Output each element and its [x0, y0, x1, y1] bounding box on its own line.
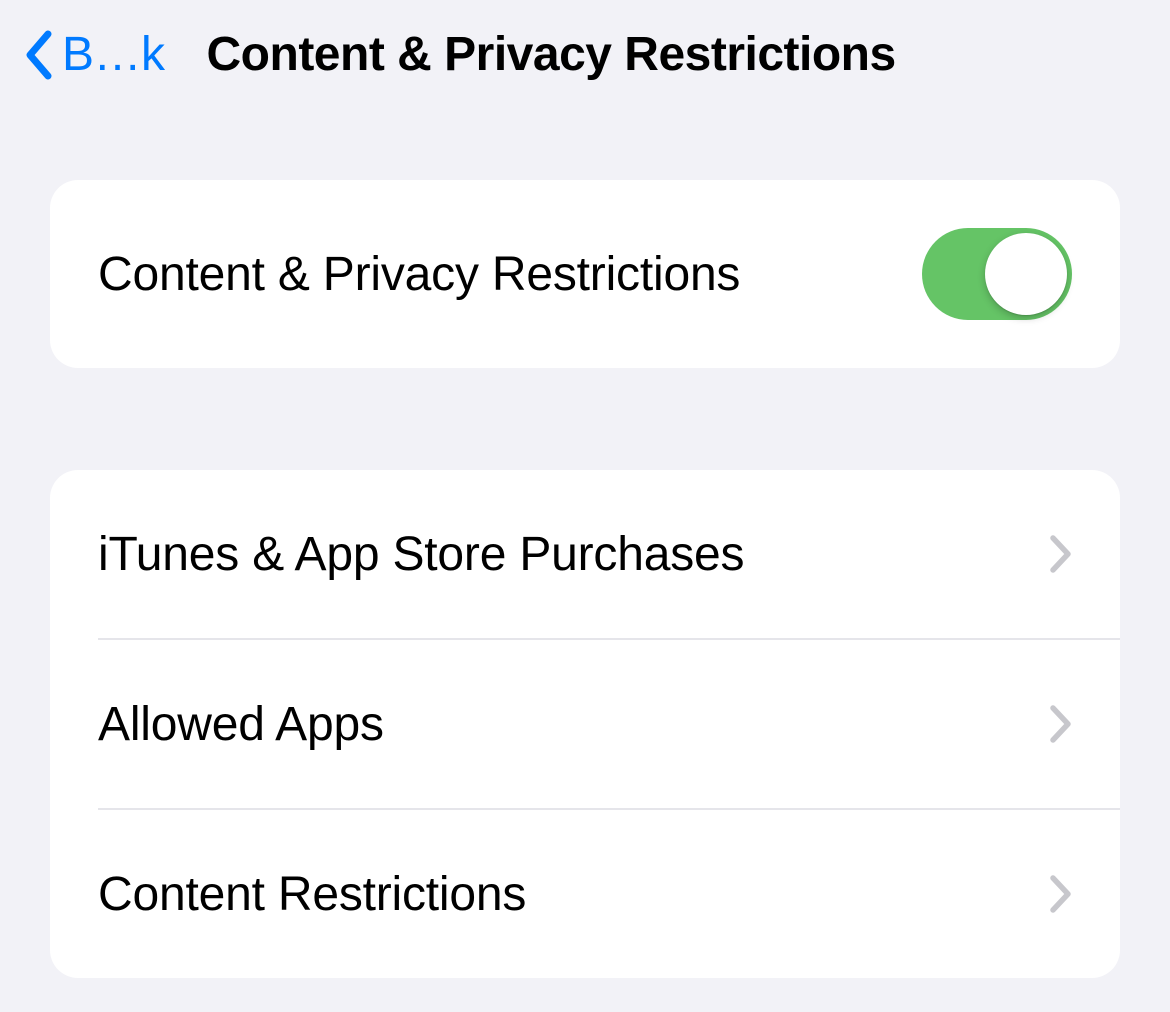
row-label: Allowed Apps	[98, 697, 384, 752]
row-label: Content Restrictions	[98, 867, 526, 922]
chevron-left-icon	[24, 30, 54, 80]
toggle-label: Content & Privacy Restrictions	[98, 247, 740, 302]
row-label: iTunes & App Store Purchases	[98, 527, 744, 582]
content-restrictions-row[interactable]: Content Restrictions	[50, 810, 1120, 978]
chevron-right-icon	[1050, 535, 1072, 573]
nav-bar: B…k Content & Privacy Restrictions	[0, 0, 1170, 100]
allowed-apps-row[interactable]: Allowed Apps	[50, 640, 1120, 808]
chevron-right-icon	[1050, 705, 1072, 743]
toggle-group: Content & Privacy Restrictions	[50, 180, 1120, 368]
itunes-app-store-purchases-row[interactable]: iTunes & App Store Purchases	[50, 470, 1120, 638]
back-label: B…k	[62, 31, 165, 79]
chevron-right-icon	[1050, 875, 1072, 913]
back-button[interactable]: B…k	[24, 30, 165, 80]
page-title: Content & Privacy Restrictions	[207, 30, 896, 80]
content-privacy-toggle[interactable]	[922, 228, 1072, 320]
content-privacy-toggle-row: Content & Privacy Restrictions	[50, 180, 1120, 368]
links-group: iTunes & App Store Purchases Allowed App…	[50, 470, 1120, 978]
toggle-knob	[985, 233, 1067, 315]
